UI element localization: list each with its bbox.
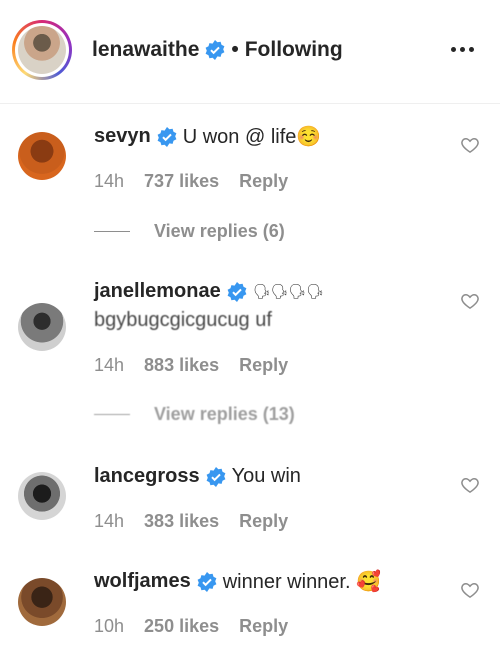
comment-timestamp[interactable]: 14h [94,511,124,532]
header-user-row: lenawaithe • Following [92,38,343,62]
reply-button[interactable]: Reply [239,355,288,376]
verified-badge-icon [227,281,247,302]
comment-timestamp[interactable]: 10h [94,616,124,637]
reply-button[interactable]: Reply [239,171,288,192]
verified-badge-icon [206,466,226,487]
avatar[interactable] [18,303,66,351]
comment-text: bgybugcgicgucug uf [94,309,272,331]
comment-username[interactable]: sevyn [94,125,151,148]
comment-likes[interactable]: 883 likes [144,355,219,376]
comment-meta: 14h 883 likes Reply [94,355,288,376]
avatar[interactable] [18,132,66,180]
verified-badge-icon [157,126,177,147]
reply-button[interactable]: Reply [239,616,288,637]
replies-divider [94,414,130,415]
avatar[interactable] [18,578,66,626]
comment-likes[interactable]: 737 likes [144,171,219,192]
reply-button[interactable]: Reply [239,511,288,532]
like-heart-icon[interactable] [460,580,480,600]
view-replies-button[interactable]: View replies (13) [94,404,295,425]
profile-story-ring[interactable] [12,20,72,80]
avatar[interactable] [18,472,66,520]
separator-dot: • [231,38,239,61]
like-heart-icon[interactable] [460,135,480,155]
comment-text: winner winner. 🥰 [222,571,382,593]
verified-badge-icon [197,571,217,592]
comment-text: You win [231,465,301,487]
comment-meta: 14h 383 likes Reply [94,511,288,532]
comment-username[interactable]: janellemonae [94,280,221,303]
header-username[interactable]: lenawaithe [92,38,199,62]
like-heart-icon[interactable] [460,475,480,495]
replies-divider [94,231,130,232]
view-replies-label: View replies (13) [154,404,295,424]
comment-timestamp[interactable]: 14h [94,355,124,376]
avatar[interactable] [18,26,66,74]
comment-username[interactable]: lancegross [94,465,200,488]
comment-meta: 10h 250 likes Reply [94,616,288,637]
verified-badge-icon [205,40,225,60]
comment-timestamp[interactable]: 14h [94,171,124,192]
post-header: lenawaithe • Following [0,0,500,104]
comment-username[interactable]: wolfjames [94,570,191,593]
following-button[interactable]: Following [245,38,343,62]
view-replies-button[interactable]: View replies (6) [94,221,285,242]
comment-emoji: 🗣🗣🗣🗣 [252,283,324,299]
comment-likes[interactable]: 383 likes [144,511,219,532]
comment-meta: 14h 737 likes Reply [94,171,288,192]
like-heart-icon[interactable] [460,291,480,311]
view-replies-label: View replies (6) [154,221,285,241]
comment-text: U won @ life☺️ [182,126,322,148]
more-options-icon[interactable] [447,37,477,61]
comment-likes[interactable]: 250 likes [144,616,219,637]
